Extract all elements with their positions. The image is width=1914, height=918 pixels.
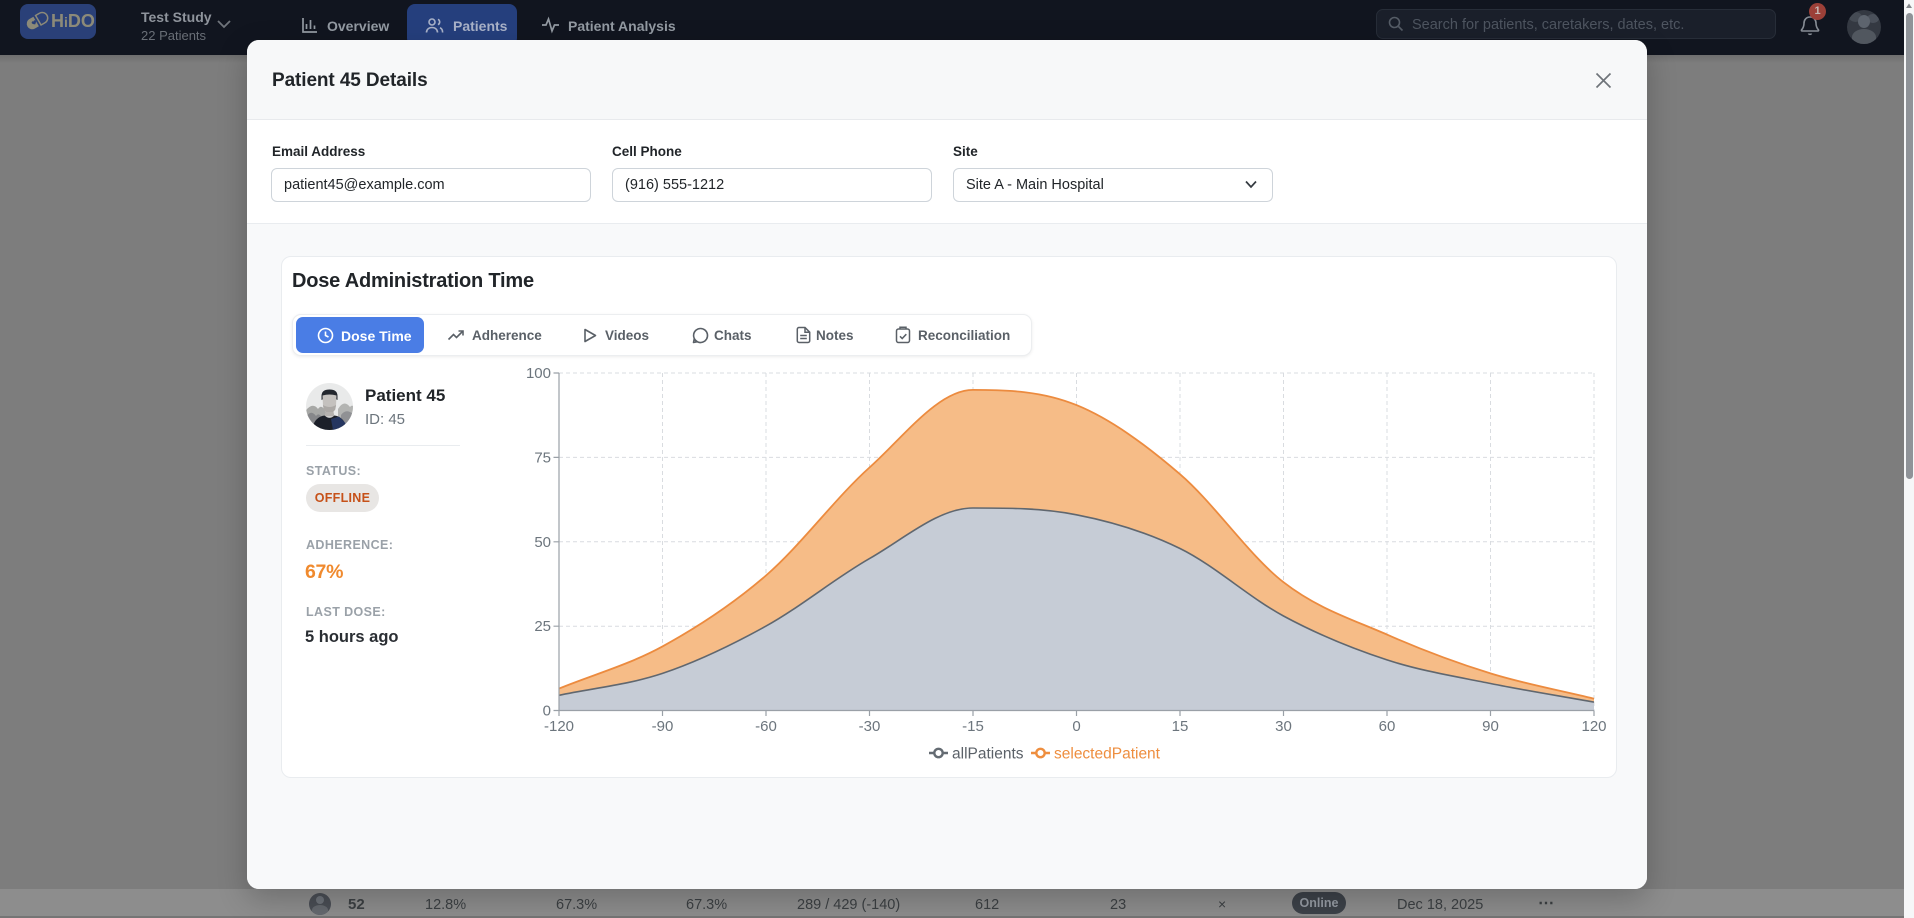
svg-text:-15: -15 (962, 718, 984, 735)
svg-text:selectedPatient: selectedPatient (1054, 746, 1161, 763)
svg-text:0: 0 (1072, 718, 1080, 735)
svg-text:100: 100 (526, 365, 551, 382)
svg-text:90: 90 (1482, 718, 1499, 735)
svg-text:allPatients: allPatients (952, 746, 1024, 763)
svg-text:-30: -30 (859, 718, 881, 735)
svg-text:75: 75 (534, 449, 551, 466)
svg-text:-60: -60 (755, 718, 777, 735)
svg-text:-90: -90 (652, 718, 674, 735)
svg-text:30: 30 (1275, 718, 1292, 735)
svg-text:15: 15 (1172, 718, 1189, 735)
svg-text:25: 25 (534, 618, 551, 635)
svg-text:0: 0 (543, 703, 551, 720)
svg-text:50: 50 (534, 534, 551, 551)
svg-text:120: 120 (1581, 718, 1606, 735)
svg-text:-120: -120 (544, 718, 574, 735)
svg-text:60: 60 (1379, 718, 1396, 735)
